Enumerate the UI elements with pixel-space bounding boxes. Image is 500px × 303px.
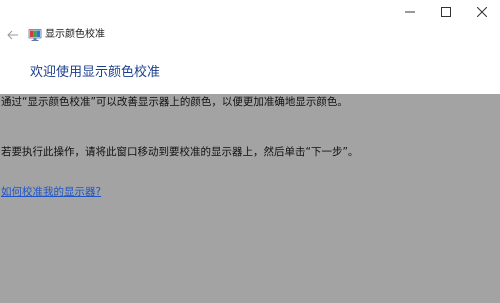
- maximize-icon: [441, 7, 451, 17]
- close-icon: [477, 7, 487, 17]
- intro-paragraph: 通过“显示颜色校准”可以改善显示器上的颜色，以便更加准确地显示颜色。: [1, 96, 348, 108]
- back-button[interactable]: [4, 26, 22, 44]
- display-color-calibration-icon: [28, 29, 42, 41]
- title-bar: [0, 0, 500, 24]
- instruction-paragraph: 若要执行此操作，请将此窗口移动到要校准的显示器上，然后单击“下一步”。: [1, 146, 359, 158]
- back-arrow-icon: [7, 30, 18, 40]
- close-button[interactable]: [464, 0, 500, 24]
- page-heading: 欢迎使用显示颜色校准: [30, 65, 161, 80]
- window-title: 显示颜色校准: [45, 29, 105, 40]
- calibration-help-link[interactable]: 如何校准我的显示器?: [1, 185, 101, 200]
- minimize-button[interactable]: [392, 0, 428, 24]
- maximize-button[interactable]: [428, 0, 464, 24]
- nav-bar: 显示颜色校准: [0, 24, 500, 46]
- minimize-icon: [405, 11, 415, 13]
